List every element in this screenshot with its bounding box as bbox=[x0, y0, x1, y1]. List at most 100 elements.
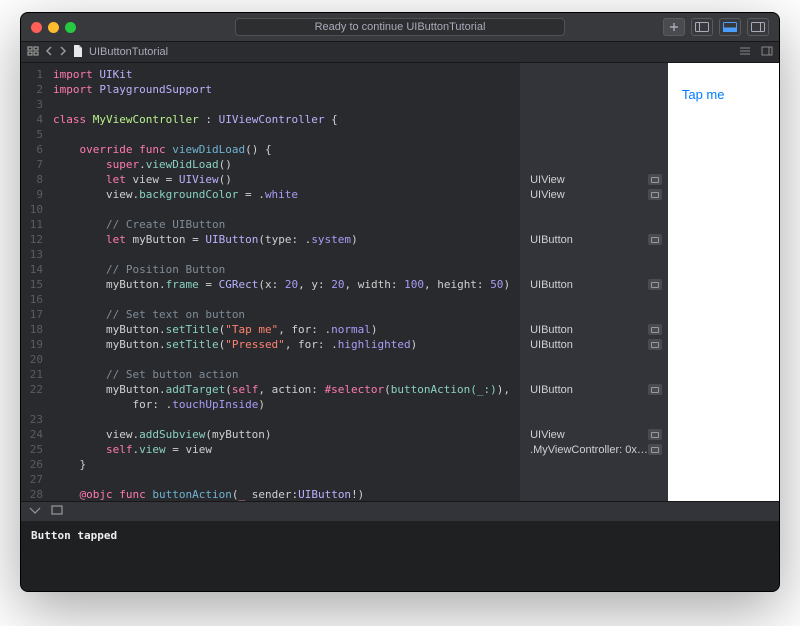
code-line[interactable]: myButton.setTitle("Pressed", for: .highl… bbox=[53, 337, 520, 352]
zoom-window-button[interactable] bbox=[65, 22, 76, 33]
code-line[interactable]: class MyViewController : UIViewControlle… bbox=[53, 112, 520, 127]
code-text[interactable]: import UIKitimport PlaygroundSupport clas… bbox=[49, 63, 520, 501]
result-row bbox=[520, 457, 668, 472]
result-row[interactable]: UIView bbox=[520, 187, 668, 202]
result-row[interactable]: UIButton bbox=[520, 232, 668, 247]
result-row bbox=[520, 112, 668, 127]
code-line[interactable] bbox=[53, 97, 520, 112]
result-text: UIButton bbox=[530, 384, 648, 396]
code-line[interactable]: import PlaygroundSupport bbox=[53, 82, 520, 97]
result-row[interactable]: UIView bbox=[520, 427, 668, 442]
code-line[interactable]: // Set button action bbox=[53, 367, 520, 382]
toggle-variables-view-icon[interactable] bbox=[29, 505, 41, 518]
code-line[interactable]: myButton.frame = CGRect(x: 20, y: 20, wi… bbox=[53, 277, 520, 292]
code-line[interactable]: @objc func buttonAction(_ sender:UIButto… bbox=[53, 487, 520, 501]
code-line[interactable]: for: .touchUpInside) bbox=[53, 397, 520, 412]
result-row bbox=[520, 217, 668, 232]
activity-status[interactable]: Ready to continue UIButtonTutorial bbox=[235, 18, 565, 36]
result-row bbox=[520, 307, 668, 322]
quicklook-icon[interactable] bbox=[648, 189, 662, 200]
quicklook-icon[interactable] bbox=[648, 429, 662, 440]
code-line[interactable]: override func viewDidLoad() { bbox=[53, 142, 520, 157]
result-row[interactable]: .MyViewController: 0x… bbox=[520, 442, 668, 457]
source-editor[interactable]: 1234567891011121314151617181920212223242… bbox=[21, 63, 520, 501]
toggle-console-view-icon[interactable] bbox=[51, 505, 63, 518]
result-text: UIButton bbox=[530, 234, 648, 246]
console-output[interactable]: Button tapped bbox=[21, 521, 779, 591]
result-row[interactable]: UIButton bbox=[520, 322, 668, 337]
code-line[interactable] bbox=[53, 127, 520, 142]
quicklook-icon[interactable] bbox=[648, 384, 662, 395]
code-line[interactable]: myButton.addTarget(self, action: #select… bbox=[53, 382, 520, 397]
toggle-left-panel-button[interactable] bbox=[691, 18, 713, 36]
result-row[interactable]: UIButton bbox=[520, 337, 668, 352]
result-row bbox=[520, 367, 668, 382]
code-line[interactable]: self.view = view bbox=[53, 442, 520, 457]
result-row[interactable]: UIView bbox=[520, 172, 668, 187]
result-text: UIButton bbox=[530, 324, 648, 336]
xcode-window: Ready to continue UIButtonTutorial bbox=[20, 12, 780, 592]
quicklook-icon[interactable] bbox=[648, 174, 662, 185]
result-row bbox=[520, 67, 668, 82]
toggle-right-panel-button[interactable] bbox=[747, 18, 769, 36]
adjust-editor-icon[interactable] bbox=[761, 46, 773, 59]
result-text: UIView bbox=[530, 174, 648, 186]
code-line[interactable] bbox=[53, 292, 520, 307]
quicklook-icon[interactable] bbox=[648, 444, 662, 455]
code-line[interactable] bbox=[53, 202, 520, 217]
result-row bbox=[520, 97, 668, 112]
debug-bar bbox=[21, 501, 779, 521]
quicklook-icon[interactable] bbox=[648, 234, 662, 245]
code-line[interactable]: // Create UIButton bbox=[53, 217, 520, 232]
minimize-window-button[interactable] bbox=[48, 22, 59, 33]
result-row bbox=[520, 487, 668, 502]
traffic-lights bbox=[31, 22, 76, 33]
console-line: Button tapped bbox=[31, 529, 117, 542]
code-line[interactable]: } bbox=[53, 457, 520, 472]
code-line[interactable]: view.backgroundColor = .white bbox=[53, 187, 520, 202]
document-items-icon[interactable] bbox=[739, 46, 751, 59]
result-row bbox=[520, 142, 668, 157]
code-line[interactable]: import UIKit bbox=[53, 67, 520, 82]
close-window-button[interactable] bbox=[31, 22, 42, 33]
code-line[interactable] bbox=[53, 247, 520, 262]
live-view-preview: Tap me bbox=[668, 63, 779, 501]
result-text: UIButton bbox=[530, 339, 648, 351]
results-sidebar: UIView UIView UIButton UIButton UIButton UIBu… bbox=[520, 63, 668, 501]
result-text: UIButton bbox=[530, 279, 648, 291]
code-line[interactable] bbox=[53, 472, 520, 487]
result-row bbox=[520, 352, 668, 367]
quicklook-icon[interactable] bbox=[648, 279, 662, 290]
code-line[interactable]: // Position Button bbox=[53, 262, 520, 277]
nav-forward-button[interactable] bbox=[59, 46, 67, 59]
toggle-bottom-panel-button[interactable] bbox=[719, 18, 741, 36]
result-row bbox=[520, 82, 668, 97]
result-row[interactable]: UIButton bbox=[520, 277, 668, 292]
activity-status-text: Ready to continue UIButtonTutorial bbox=[315, 21, 486, 33]
breadcrumb-filename[interactable]: UIButtonTutorial bbox=[89, 46, 168, 58]
result-row bbox=[520, 247, 668, 262]
code-line[interactable]: myButton.setTitle("Tap me", for: .normal… bbox=[53, 322, 520, 337]
preview-button[interactable]: Tap me bbox=[682, 87, 725, 102]
result-row[interactable]: UIButton bbox=[520, 382, 668, 397]
nav-back-button[interactable] bbox=[45, 46, 53, 59]
code-line[interactable]: view.addSubview(myButton) bbox=[53, 427, 520, 442]
related-items-icon[interactable] bbox=[27, 46, 39, 59]
code-line[interactable]: let view = UIView() bbox=[53, 172, 520, 187]
result-row bbox=[520, 157, 668, 172]
quicklook-icon[interactable] bbox=[648, 339, 662, 350]
result-row bbox=[520, 262, 668, 277]
jump-bar: UIButtonTutorial bbox=[21, 41, 779, 63]
result-row bbox=[520, 397, 668, 412]
code-line[interactable] bbox=[53, 412, 520, 427]
code-line[interactable] bbox=[53, 352, 520, 367]
result-text: UIView bbox=[530, 189, 648, 201]
code-line[interactable]: let myButton = UIButton(type: .system) bbox=[53, 232, 520, 247]
quicklook-icon[interactable] bbox=[648, 324, 662, 335]
add-button[interactable] bbox=[663, 18, 685, 36]
titlebar: Ready to continue UIButtonTutorial bbox=[21, 13, 779, 41]
code-line[interactable]: // Set text on button bbox=[53, 307, 520, 322]
result-row bbox=[520, 202, 668, 217]
code-line[interactable]: super.viewDidLoad() bbox=[53, 157, 520, 172]
result-text: UIView bbox=[530, 429, 648, 441]
